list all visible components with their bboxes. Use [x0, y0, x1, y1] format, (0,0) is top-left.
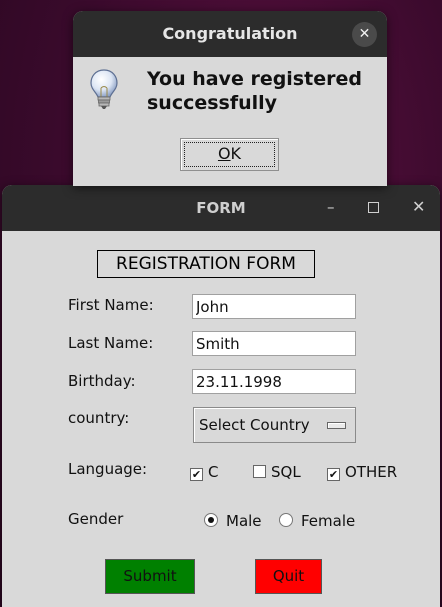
- submit-button[interactable]: Submit: [105, 559, 195, 594]
- dialog-message-line1: You have registered: [147, 68, 362, 90]
- maximize-icon[interactable]: [368, 185, 379, 231]
- radio-unselected-icon: [279, 513, 293, 527]
- gender-male-label: Male: [226, 512, 262, 530]
- country-select[interactable]: Select Country: [193, 407, 356, 443]
- last-name-field[interactable]: [192, 331, 356, 356]
- gender-label: Gender: [68, 510, 124, 528]
- language-checkbox-c[interactable]: ✔ C: [190, 463, 218, 481]
- form-window: FORM – ✕ REGISTRATION FORM First Name: L…: [2, 185, 440, 607]
- country-label: country:: [68, 409, 130, 427]
- checkmark-icon: ✔: [327, 468, 340, 481]
- dialog-message-line2: successfully: [147, 92, 278, 114]
- birthday-field[interactable]: [192, 369, 356, 394]
- language-c-label: C: [208, 463, 219, 481]
- birthday-label: Birthday:: [68, 372, 136, 390]
- congratulation-dialog: Congratulation ✕ You have registered suc…: [73, 11, 387, 186]
- form-titlebar[interactable]: FORM – ✕: [2, 185, 440, 231]
- language-checkbox-sql[interactable]: SQL: [253, 463, 301, 481]
- first-name-label: First Name:: [68, 296, 154, 314]
- dialog-title: Congratulation: [162, 24, 298, 43]
- dialog-message: You have registered successfully: [147, 67, 383, 115]
- last-name-label: Last Name:: [68, 334, 154, 352]
- gender-radio-female[interactable]: Female: [279, 512, 355, 530]
- language-other-label: OTHER: [345, 463, 398, 481]
- checkmark-icon: ✔: [190, 468, 203, 481]
- dialog-titlebar[interactable]: Congratulation ✕: [73, 11, 387, 57]
- radio-selected-icon: [204, 513, 218, 527]
- checkbox-empty-icon: [253, 465, 266, 478]
- form-content: REGISTRATION FORM First Name: Last Name:…: [2, 231, 440, 607]
- country-select-value: Select Country: [199, 416, 310, 434]
- gender-radio-male[interactable]: Male: [204, 512, 262, 530]
- focus-ring: [184, 142, 275, 167]
- option-menu-indicator-icon: [327, 422, 346, 429]
- minimize-icon[interactable]: –: [327, 185, 335, 231]
- language-checkbox-other[interactable]: ✔ OTHER: [327, 463, 397, 481]
- form-window-title: FORM: [196, 199, 246, 217]
- close-icon[interactable]: ✕: [412, 185, 425, 231]
- dialog-close-icon[interactable]: ✕: [352, 22, 377, 47]
- ok-button[interactable]: OK: [180, 138, 279, 171]
- quit-button[interactable]: Quit: [255, 559, 322, 594]
- page-title: REGISTRATION FORM: [97, 250, 315, 278]
- language-label: Language:: [68, 460, 148, 478]
- gender-female-label: Female: [301, 512, 356, 530]
- language-sql-label: SQL: [271, 463, 301, 481]
- lightbulb-icon: [90, 69, 118, 109]
- first-name-field[interactable]: [192, 294, 356, 319]
